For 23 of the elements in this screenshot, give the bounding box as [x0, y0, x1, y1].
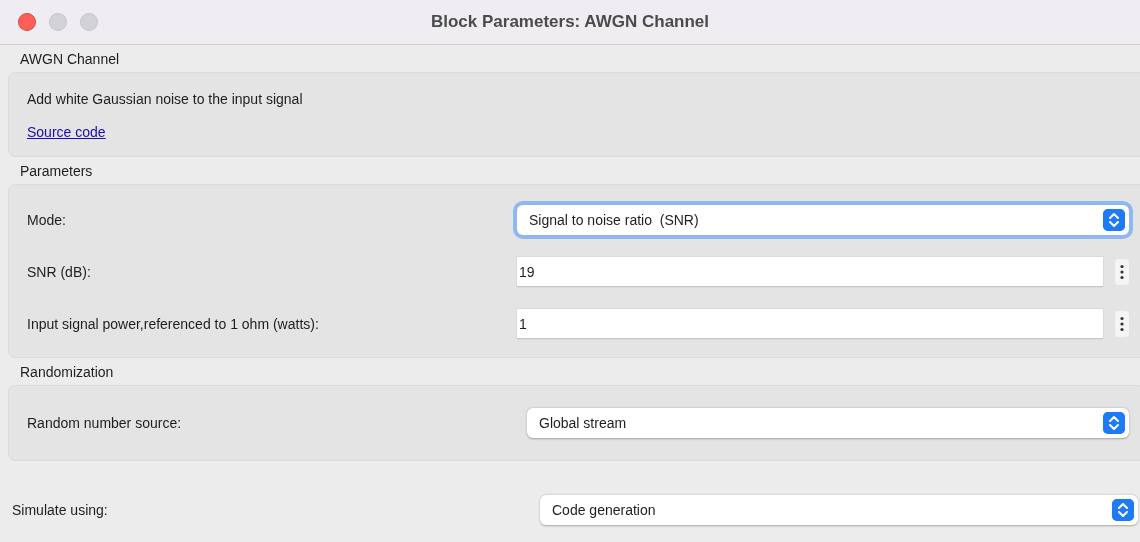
section-header: AWGN Channel: [20, 51, 120, 67]
more-button[interactable]: [1115, 311, 1129, 337]
description-text: Add white Gaussian noise to the input signal: [27, 91, 303, 107]
dropdown[interactable]: Code generation: [540, 495, 1138, 525]
section-header: Parameters: [20, 163, 93, 179]
stepper-icon: [1103, 209, 1125, 231]
field-label: Input signal power,referenced to 1 ohm (watts):: [27, 316, 320, 332]
input-field[interactable]: 1: [517, 309, 1103, 339]
more-icon: [1120, 264, 1124, 280]
dropdown[interactable]: Global stream: [527, 408, 1129, 438]
section-header: Randomization: [20, 364, 114, 380]
stepper-icon: [1103, 412, 1125, 434]
input-field[interactable]: 19: [517, 257, 1103, 287]
field-label: Simulate using:: [12, 502, 109, 518]
more-button[interactable]: [1115, 259, 1129, 285]
field-label: Mode:: [27, 212, 67, 228]
field-label: Random number source:: [27, 415, 183, 431]
stepper-icon: [1112, 499, 1134, 521]
field-label: SNR (dB):: [27, 264, 92, 280]
close-button[interactable]: [18, 13, 36, 31]
window-title: Block Parameters: AWGN Channel: [430, 12, 710, 31]
source-code-link[interactable]: Source code: [27, 124, 106, 140]
more-icon: [1120, 316, 1124, 332]
